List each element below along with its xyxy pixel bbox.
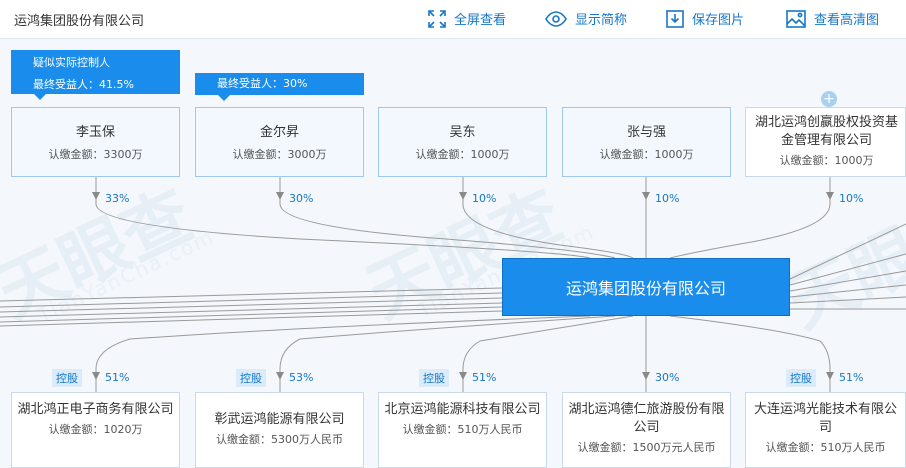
toolbar: 运鸿集团股份有限公司 全屏查看 显示简称 保存图片 查看高清图 — [0, 0, 906, 39]
subsidiary-name: 大连运鸿光能技术有限公司 — [753, 402, 897, 435]
download-icon — [666, 9, 684, 28]
subsidiary-name: 湖北运鸿德仁旅游股份有限公司 — [568, 402, 725, 435]
ultimate-beneficiary-label: 最终受益人：41.5% — [33, 78, 134, 91]
subsidiary-card[interactable]: 湖北鸿正电子商务有限公司 认缴金额：1020万 — [11, 392, 180, 468]
subsidiary-name: 北京运鸿能源科技有限公司 — [384, 402, 541, 417]
page-title: 运鸿集团股份有限公司 — [14, 14, 145, 29]
beneficiary-tag: 最终受益人：30% — [195, 73, 364, 101]
holding-tag: 控股 — [236, 369, 266, 387]
fullscreen-label: 全屏查看 — [454, 13, 507, 28]
center-company-name: 运鸿集团股份有限公司 — [565, 279, 726, 298]
subsidiary-card[interactable]: 大连运鸿光能技术有限公司 认缴金额：510万人民币 — [745, 392, 906, 468]
sub-percent: 51% — [839, 371, 864, 384]
shareholder-capital: 认缴金额：1000万 — [599, 148, 694, 161]
sub-percent: 51% — [472, 371, 497, 384]
share-percent: 30% — [289, 192, 314, 205]
save-image-label: 保存图片 — [692, 13, 745, 28]
fullscreen-button[interactable]: 全屏查看 — [428, 9, 506, 28]
equity-graph-canvas[interactable]: 天眼查 天眼查 天眼查 TianYanCha.com TianYanCha.co… — [0, 39, 906, 468]
shareholder-capital: 认缴金额：1000万 — [779, 154, 874, 167]
ultimate-beneficiary-label: 最终受益人：30% — [217, 77, 308, 90]
shareholder-name: 金尔昇 — [259, 125, 299, 140]
holding-tag: 控股 — [419, 369, 449, 387]
eye-icon — [545, 10, 567, 27]
subsidiary-card[interactable]: 北京运鸿能源科技有限公司 认缴金额：510万人民币 — [378, 392, 547, 468]
shareholder-capital: 认缴金额：1000万 — [415, 148, 510, 161]
controller-tag: 疑似实际控制人 最终受益人：41.5% — [11, 50, 180, 100]
save-image-button[interactable]: 保存图片 — [666, 9, 744, 28]
shareholder-name: 张与强 — [626, 125, 666, 140]
shareholder-name: 李玉保 — [75, 125, 115, 140]
show-abbr-button[interactable]: 显示简称 — [545, 9, 627, 28]
shareholder-name: 吴东 — [449, 125, 476, 140]
share-percent: 10% — [839, 192, 864, 205]
center-company-node[interactable]: 运鸿集团股份有限公司 — [502, 258, 790, 316]
view-hd-label: 查看高清图 — [814, 13, 880, 28]
subsidiary-capital: 认缴金额：1020万 — [48, 423, 143, 436]
share-percent: 10% — [472, 192, 497, 205]
sub-percent: 53% — [289, 371, 314, 384]
expand-icon — [428, 9, 446, 28]
holding-tag: 控股 — [52, 369, 82, 387]
shareholder-card[interactable]: 张与强 认缴金额：1000万 — [562, 107, 731, 177]
sub-percent: 51% — [105, 371, 130, 384]
subsidiary-capital: 认缴金额：510万人民币 — [402, 423, 523, 436]
subsidiary-name: 彰武运鸿能源有限公司 — [214, 412, 345, 427]
shareholder-card[interactable]: 金尔昇 认缴金额：3000万 — [195, 107, 364, 177]
shareholder-name: 湖北运鸿创嬴股权投资基金管理有限公司 — [754, 115, 898, 148]
subsidiary-name: 湖北鸿正电子商务有限公司 — [17, 402, 174, 417]
sub-percent: 30% — [655, 371, 680, 384]
view-hd-button[interactable]: 查看高清图 — [786, 9, 879, 28]
suspected-controller-label: 疑似实际控制人 — [33, 56, 110, 69]
holding-tag: 控股 — [786, 369, 816, 387]
show-abbr-label: 显示简称 — [575, 13, 628, 28]
share-percent: 33% — [105, 192, 130, 205]
image-icon — [786, 9, 806, 28]
shareholder-capital: 认缴金额：3300万 — [48, 148, 143, 161]
share-percent: 10% — [655, 192, 680, 205]
shareholder-card[interactable]: 李玉保 认缴金额：3300万 — [11, 107, 180, 177]
subsidiary-card[interactable]: 湖北运鸿德仁旅游股份有限公司 认缴金额：1500万元人民币 — [562, 392, 731, 468]
shareholder-card[interactable]: 吴东 认缴金额：1000万 — [378, 107, 547, 177]
subsidiary-capital: 认缴金额：510万人民币 — [765, 441, 886, 454]
subsidiary-capital: 认缴金额：5300万人民币 — [216, 433, 343, 446]
expand-more-shareholders-icon[interactable]: + — [821, 91, 837, 107]
subsidiary-card[interactable]: 彰武运鸿能源有限公司 认缴金额：5300万人民币 — [195, 392, 364, 468]
shareholder-capital: 认缴金额：3000万 — [232, 148, 327, 161]
shareholder-card[interactable]: 湖北运鸿创嬴股权投资基金管理有限公司 认缴金额：1000万 — [745, 107, 906, 177]
subsidiary-capital: 认缴金额：1500万元人民币 — [577, 441, 716, 454]
